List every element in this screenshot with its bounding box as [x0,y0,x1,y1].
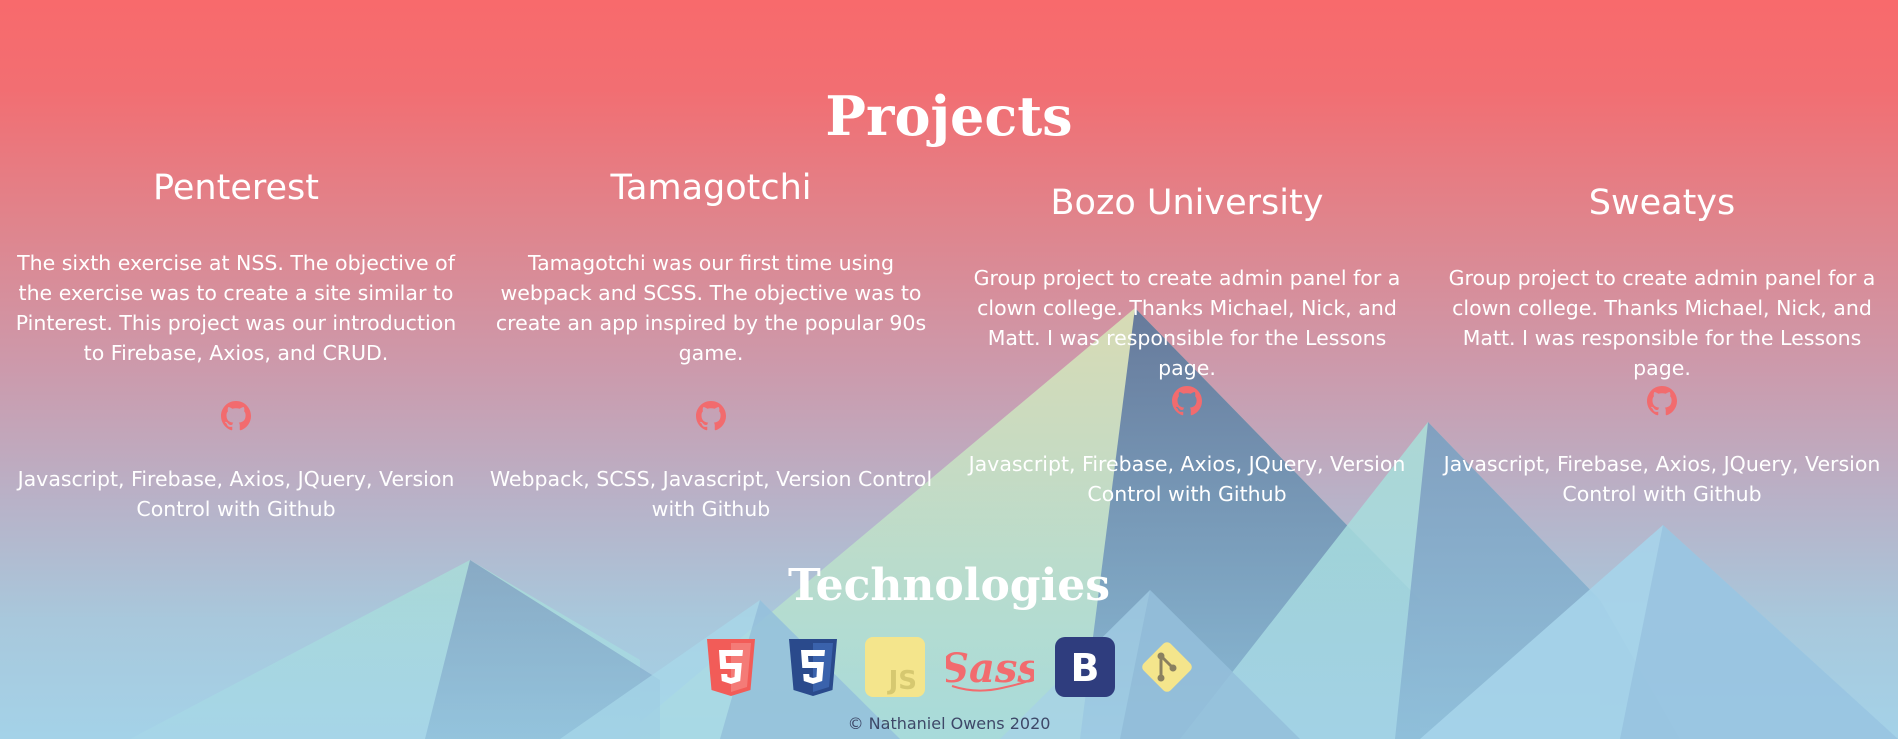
javascript-icon: JS [864,636,926,698]
project-title: Penterest [153,168,319,208]
git-icon [1136,636,1198,698]
github-icon[interactable] [696,401,726,431]
project-card-bozo-university: Bozo University Group project to create … [961,0,1413,739]
project-description: Group project to create admin panel for … [1448,266,1876,380]
project-card-penterest: Penterest The sixth exercise at NSS. The… [10,0,462,739]
project-description: The sixth exercise at NSS. The objective… [15,251,457,365]
bootstrap-icon: B [1054,636,1116,698]
project-technologies: Javascript, Firebase, Axios, JQuery, Ver… [17,467,455,521]
project-title: Tamagotchi [610,168,812,208]
sass-icon: Sass [946,636,1034,698]
project-description: Tamagotchi was our first time using webp… [495,251,927,365]
project-title: Bozo University [1050,183,1324,223]
project-technologies: Webpack, SCSS, Javascript, Version Contr… [489,467,933,521]
svg-text:JS: JS [887,666,917,696]
technologies-title: Technologies [787,560,1111,611]
github-icon[interactable] [1172,386,1202,416]
github-icon[interactable] [1647,386,1677,416]
github-icon[interactable] [221,401,251,431]
svg-text:B: B [1071,646,1100,690]
project-card-sweatys: Sweatys Group project to create admin pa… [1436,0,1888,739]
footer-copyright: © Nathaniel Owens 2020 [847,714,1051,733]
css3-icon [782,636,844,698]
page-content: Projects Penterest The sixth exercise at… [0,0,1898,739]
project-technologies: Javascript, Firebase, Axios, JQuery, Ver… [1443,452,1881,506]
project-technologies: Javascript, Firebase, Axios, JQuery, Ver… [968,452,1406,506]
svg-text:Sass: Sass [946,645,1034,692]
project-description: Group project to create admin panel for … [973,266,1401,380]
html5-icon [700,636,762,698]
technologies-icons: JS Sass B [0,636,1898,698]
project-card-tamagotchi: Tamagotchi Tamagotchi was our first time… [485,0,937,739]
project-title: Sweatys [1588,183,1736,223]
